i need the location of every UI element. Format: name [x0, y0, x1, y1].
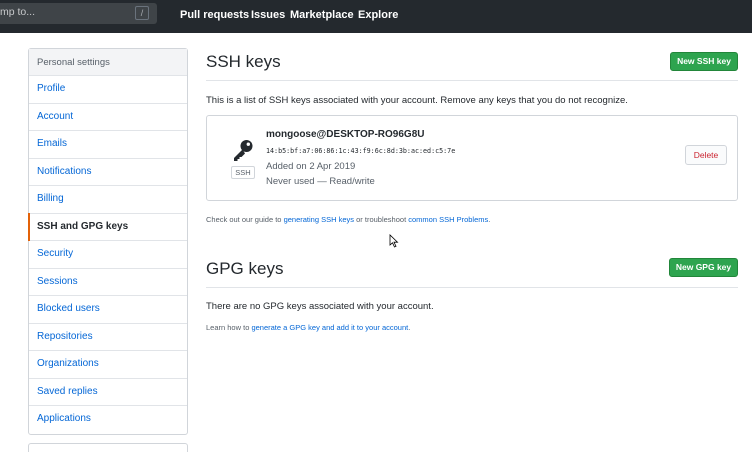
ssh-key-usage: Never used — Read/write [266, 176, 375, 187]
search-input[interactable]: mp to... / [0, 3, 157, 24]
gpg-divider [206, 287, 738, 288]
sidebar-item-billing[interactable]: Billing [29, 186, 187, 214]
sidebar-item-saved-replies[interactable]: Saved replies [29, 379, 187, 406]
sidebar-item-account[interactable]: Account [29, 104, 187, 131]
ssh-guide-suffix: . [488, 215, 491, 224]
sidebar-item-sessions[interactable]: Sessions [29, 269, 187, 296]
mouse-cursor-icon [389, 234, 399, 248]
ssh-guide-prefix: Check out our guide to [206, 215, 284, 224]
nav-marketplace[interactable]: Marketplace [290, 9, 354, 21]
search-shortcut-icon: / [135, 6, 149, 20]
new-ssh-key-button[interactable]: New SSH key [670, 52, 738, 71]
ssh-description: This is a list of SSH keys associated wi… [206, 95, 628, 106]
ssh-guide-text: Check out our guide to generating SSH ke… [206, 215, 490, 224]
sidebar-item-repositories[interactable]: Repositories [29, 324, 187, 351]
common-ssh-problems-link[interactable]: common SSH Problems [408, 215, 488, 224]
top-header: mp to... / Pull requests Issues Marketpl… [0, 0, 752, 33]
generate-gpg-key-link[interactable]: generate a GPG key and add it to your ac… [251, 323, 408, 332]
ssh-badge: SSH [231, 166, 255, 179]
search-placeholder: mp to... [0, 6, 36, 18]
ssh-key-item: SSH mongoose@DESKTOP-RO96G8U 14:b5:bf:a7… [206, 115, 738, 201]
ssh-divider [206, 80, 738, 81]
sidebar-item-blocked-users[interactable]: Blocked users [29, 296, 187, 324]
nav-issues[interactable]: Issues [251, 9, 285, 21]
ssh-key-added-date: Added on 2 Apr 2019 [266, 161, 356, 172]
gpg-empty-text: There are no GPG keys associated with yo… [206, 301, 434, 312]
gpg-keys-title: GPG keys [206, 259, 284, 278]
secondary-sidebar-menu [28, 443, 188, 452]
sidebar-item-organizations[interactable]: Organizations [29, 351, 187, 379]
generating-ssh-keys-link[interactable]: generating SSH keys [284, 215, 354, 224]
nav-explore[interactable]: Explore [358, 9, 398, 21]
sidebar-heading: Personal settings [29, 49, 187, 76]
sidebar-item-ssh-gpg-keys[interactable]: SSH and GPG keys [28, 212, 187, 241]
gpg-learn-suffix: . [408, 323, 411, 332]
new-gpg-key-button[interactable]: New GPG key [669, 258, 738, 277]
settings-sidebar: Personal settings Profile Account Emails… [28, 48, 188, 435]
sidebar-item-applications[interactable]: Applications [29, 406, 187, 434]
ssh-key-name: mongoose@DESKTOP-RO96G8U [266, 129, 425, 140]
sidebar-item-security[interactable]: Security [29, 241, 187, 269]
ssh-guide-middle: or troubleshoot [354, 215, 409, 224]
sidebar-item-notifications[interactable]: Notifications [29, 159, 187, 186]
sidebar-item-emails[interactable]: Emails [29, 131, 187, 159]
ssh-key-fingerprint: 14:b5:bf:a7:06:86:1c:43:f9:6c:8d:3b:ac:e… [266, 147, 456, 155]
delete-ssh-key-button[interactable]: Delete [685, 145, 727, 165]
ssh-keys-title: SSH keys [206, 52, 281, 71]
gpg-learn-text: Learn how to generate a GPG key and add … [206, 323, 410, 332]
gpg-learn-prefix: Learn how to [206, 323, 252, 332]
nav-pull-requests[interactable]: Pull requests [180, 9, 249, 21]
sidebar-item-profile[interactable]: Profile [29, 76, 187, 104]
key-icon [234, 140, 253, 161]
